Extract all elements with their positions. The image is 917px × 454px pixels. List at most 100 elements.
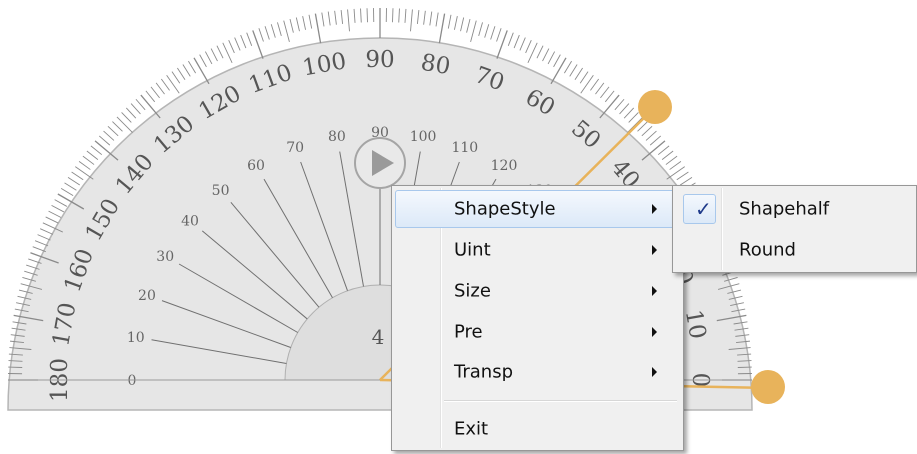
inner-scale-label: 80	[328, 129, 346, 145]
arm-handle-lower[interactable]	[751, 370, 785, 404]
scale-tick	[78, 160, 91, 170]
scale-tick	[665, 155, 678, 165]
scale-tick	[676, 171, 689, 181]
scale-tick	[240, 34, 247, 49]
scale-tick	[490, 26, 496, 40]
scale-tick	[277, 22, 282, 36]
scale-tick	[283, 20, 290, 43]
scale-tick	[416, 9, 420, 25]
scale-tick	[67, 177, 81, 186]
scale-tick	[460, 17, 465, 32]
scale-tick	[398, 8, 400, 23]
inner-scale-label: 60	[247, 158, 265, 174]
scale-tick	[679, 177, 693, 186]
scale-tick	[507, 32, 514, 46]
submenu-item-shapehalf[interactable]: ✓ Shapehalf	[676, 190, 913, 228]
scale-tick	[86, 150, 99, 160]
scale-tick	[327, 11, 331, 26]
inner-scale-label: 20	[138, 288, 156, 304]
scale-tick	[527, 42, 538, 63]
scale-tick	[536, 45, 544, 59]
scale-tick	[112, 121, 123, 132]
scale-tick	[160, 78, 170, 91]
scale-tick	[347, 9, 350, 32]
scale-tick	[314, 13, 322, 44]
scale-tick	[600, 86, 610, 99]
scale-tick	[423, 10, 426, 25]
submenu-item-label: Shapehalf	[739, 198, 830, 220]
scale-tick	[54, 199, 68, 207]
scale-tick	[553, 54, 561, 68]
menu-item-uint[interactable]: Uint	[395, 231, 680, 269]
outer-scale-label: 90	[365, 47, 394, 73]
scale-tick	[628, 112, 639, 123]
inner-scale-label: 70	[286, 140, 304, 156]
scale-tick	[447, 14, 452, 29]
scale-tick	[525, 39, 532, 54]
scale-tick	[140, 94, 161, 119]
inner-scale-label: 100	[410, 129, 437, 145]
scale-tick	[438, 13, 446, 44]
menu-item-pre[interactable]: Pre	[395, 313, 680, 351]
play-button[interactable]	[354, 137, 406, 189]
scale-tick	[82, 155, 95, 165]
scale-tick	[289, 18, 294, 33]
checkmark-icon: ✓	[695, 197, 712, 221]
scale-tick	[569, 64, 578, 77]
scale-tick	[193, 57, 210, 85]
scale-tick	[470, 20, 477, 43]
menu-separator	[444, 400, 677, 402]
scale-tick	[150, 86, 160, 99]
scale-tick	[246, 32, 253, 46]
scale-tick	[222, 42, 233, 63]
inner-scale-label: 0	[128, 373, 137, 389]
scale-tick	[435, 12, 439, 27]
scale-tick	[295, 17, 300, 32]
scale-tick	[519, 37, 526, 51]
menu-item-shapestyle[interactable]: ShapeStyle	[395, 190, 680, 228]
scale-tick	[550, 57, 567, 85]
scale-tick	[340, 9, 344, 25]
scale-tick	[580, 75, 594, 94]
scale-tick	[75, 166, 94, 180]
menu-item-label: Transp	[454, 361, 513, 383]
inner-scale-label: 120	[491, 158, 518, 174]
arm-handle-upper[interactable]	[638, 90, 672, 124]
scale-tick	[641, 125, 653, 137]
scale-tick	[513, 34, 520, 49]
scale-tick	[496, 28, 502, 42]
menu-item-label: Exit	[454, 418, 489, 440]
scale-tick	[34, 240, 49, 247]
scale-tick	[234, 37, 241, 51]
menu-item-transp[interactable]: Transp	[395, 353, 680, 391]
scale-tick	[547, 51, 556, 65]
menu-item-exit[interactable]: Exit	[395, 410, 680, 448]
scale-tick	[171, 71, 181, 84]
scale-tick	[258, 28, 264, 42]
scale-tick	[574, 67, 583, 81]
inner-scale-label: 50	[212, 183, 230, 199]
submenu-item-round[interactable]: Round	[676, 231, 913, 269]
protractor-app: 1801701601501401301201101009080706050403…	[0, 0, 917, 454]
scale-tick	[579, 71, 589, 84]
menu-item-size[interactable]: Size	[395, 272, 680, 310]
angle-readout: 4	[372, 325, 385, 349]
scale-tick	[353, 8, 356, 23]
scale-tick	[210, 48, 218, 62]
scale-tick	[60, 188, 74, 197]
scale-tick	[199, 54, 207, 68]
scale-tick	[64, 182, 77, 191]
scale-tick	[90, 145, 103, 156]
submenu-arrow-icon	[652, 245, 657, 255]
scale-tick	[484, 24, 490, 38]
scale-tick	[130, 103, 141, 115]
scale-tick	[121, 112, 132, 123]
scale-tick	[270, 24, 276, 38]
scale-tick	[155, 82, 165, 95]
scale-tick	[188, 60, 197, 74]
scale-tick	[308, 14, 313, 29]
menu-item-label: Size	[454, 280, 491, 302]
context-menu: ShapeStyle Uint Size Pre Transp Exit	[391, 185, 684, 451]
scale-tick	[204, 51, 213, 65]
scale-tick	[542, 48, 550, 62]
